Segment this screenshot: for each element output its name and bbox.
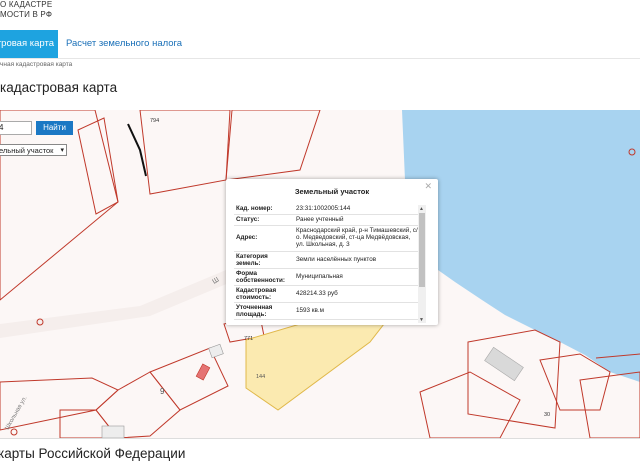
street-label-school: Школьная ул.	[5, 395, 29, 431]
info-key: Кад. номер:	[236, 205, 273, 212]
parcel-outline	[579, 371, 640, 438]
map-label-794: 794	[150, 118, 159, 124]
breadcrumb[interactable]: чная кадастровая карта	[0, 61, 72, 68]
parcel-outline	[419, 371, 521, 438]
trail-line	[127, 123, 147, 177]
popup-body: Кад. номер: 23:31:1002005:144 Статус: Ра…	[234, 204, 424, 322]
section-title: карты Российской Федерации	[0, 446, 186, 461]
map-label-9: 9	[160, 387, 165, 396]
brand-line-2: МОСТИ В РФ	[0, 10, 53, 19]
info-value: Ранее учтенный	[296, 216, 344, 223]
info-key: Статус:	[236, 216, 260, 223]
object-type-selected: ельный участок	[0, 146, 54, 155]
chevron-down-icon: ▾	[60, 147, 64, 154]
map-label-30: 30	[544, 412, 550, 418]
info-row-address: Адрес: Краснодарский край, р-н Тимашевск…	[234, 226, 420, 252]
info-row-cadastral-cost: Кадастровая стоимость: 428214.33 руб	[234, 286, 420, 303]
info-value: Краснодарский край, р-н Тимашевский, с/о…	[296, 227, 418, 249]
info-value: Муниципальная	[296, 273, 343, 280]
building	[195, 363, 211, 381]
parcel-outline	[0, 110, 119, 301]
main-nav: стровая карта Расчет земельного налога	[0, 30, 640, 59]
parcel-outline	[149, 347, 229, 411]
cadastral-search-input[interactable]	[0, 121, 32, 135]
info-value: 428214.33 руб	[296, 290, 338, 297]
site-header: О КАДАСТРЕ МОСТИ В РФ	[0, 0, 640, 30]
popup-scrollbar[interactable]: ▲ ▼	[418, 205, 426, 323]
building	[208, 343, 224, 359]
map-label-144: 144	[256, 374, 265, 380]
page-title: кадастровая карта	[0, 80, 118, 95]
popup-title: Земельный участок	[294, 187, 370, 196]
info-value: 1593 кв.м	[296, 307, 324, 314]
parcel-outline	[77, 117, 119, 215]
info-key: Категория земель:	[236, 253, 268, 268]
site-brand: О КАДАСТРЕ МОСТИ В РФ	[0, 0, 52, 20]
scrollbar-thumb[interactable]	[419, 213, 425, 287]
close-icon[interactable]: ✕	[424, 181, 432, 192]
info-value: 23:31:1002005:144	[296, 205, 351, 212]
map-label-771: 771	[244, 336, 253, 342]
selected-parcel	[245, 323, 386, 411]
info-key: Форма собственности:	[236, 270, 285, 285]
info-key: Кадастровая стоимость:	[236, 287, 277, 302]
scroll-up-icon[interactable]: ▲	[419, 206, 424, 212]
tab-land-tax-calculation[interactable]: Расчет земельного налога	[66, 30, 182, 58]
search-button[interactable]: Найти	[36, 121, 73, 135]
brand-line-1: О КАДАСТРЕ	[0, 0, 53, 9]
parcel-info-popup: Земельный участок ✕ Кад. номер: 23:31:10…	[226, 179, 438, 325]
info-key: Уточненная площадь:	[236, 304, 273, 319]
info-row-ownership: Форма собственности: Муниципальная	[234, 269, 420, 286]
info-row-area: Уточненная площадь: 1593 кв.м	[234, 303, 420, 320]
info-key: Адрес:	[236, 234, 258, 241]
info-row-status: Статус: Ранее учтенный	[234, 215, 420, 226]
building	[101, 425, 125, 438]
scroll-down-icon[interactable]: ▼	[419, 317, 424, 323]
tab-cadastral-map[interactable]: стровая карта	[0, 30, 58, 58]
divider	[0, 438, 640, 439]
info-value: Земли населённых пунктов	[296, 256, 377, 263]
info-row-cadastral-number: Кад. номер: 23:31:1002005:144	[234, 204, 420, 215]
parcel-outline	[225, 110, 321, 181]
point-marker	[10, 428, 18, 436]
object-type-select[interactable]: ельный участок ▾	[0, 144, 67, 156]
info-row-land-category: Категория земель: Земли населённых пункт…	[234, 252, 420, 269]
building	[484, 346, 524, 382]
